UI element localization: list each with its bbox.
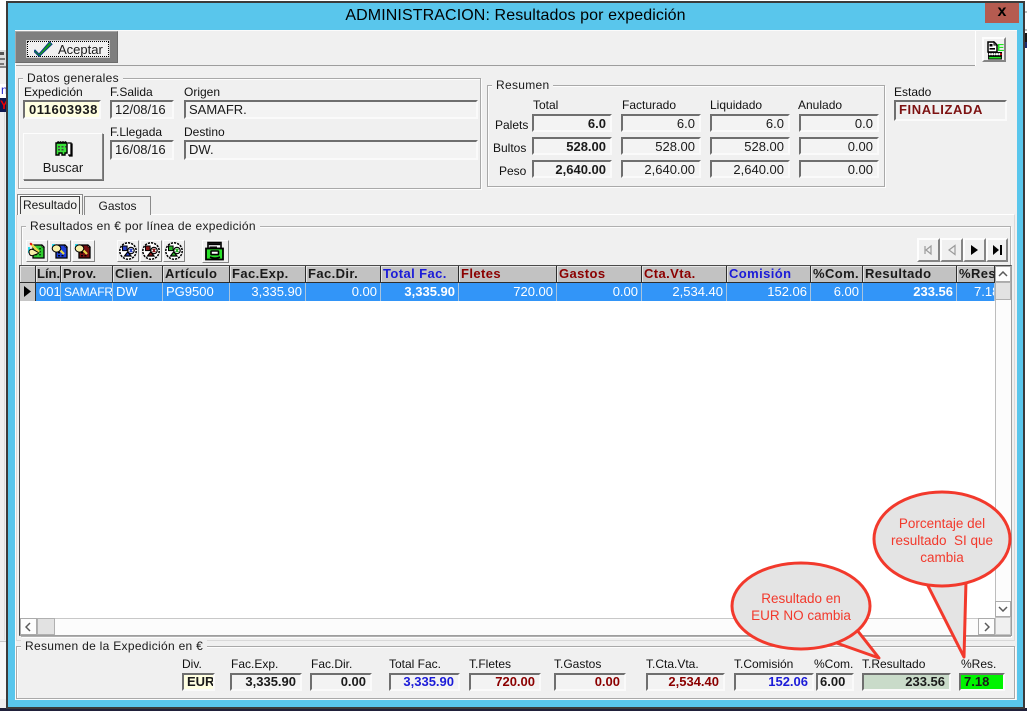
svg-text:resultado SI que: resultado SI que bbox=[891, 533, 993, 548]
svg-text:cambia: cambia bbox=[920, 550, 964, 565]
svg-text:Resultado en: Resultado en bbox=[761, 591, 841, 606]
svg-text:Porcentaje del: Porcentaje del bbox=[899, 516, 985, 531]
svg-text:EUR NO cambia: EUR NO cambia bbox=[751, 608, 851, 623]
